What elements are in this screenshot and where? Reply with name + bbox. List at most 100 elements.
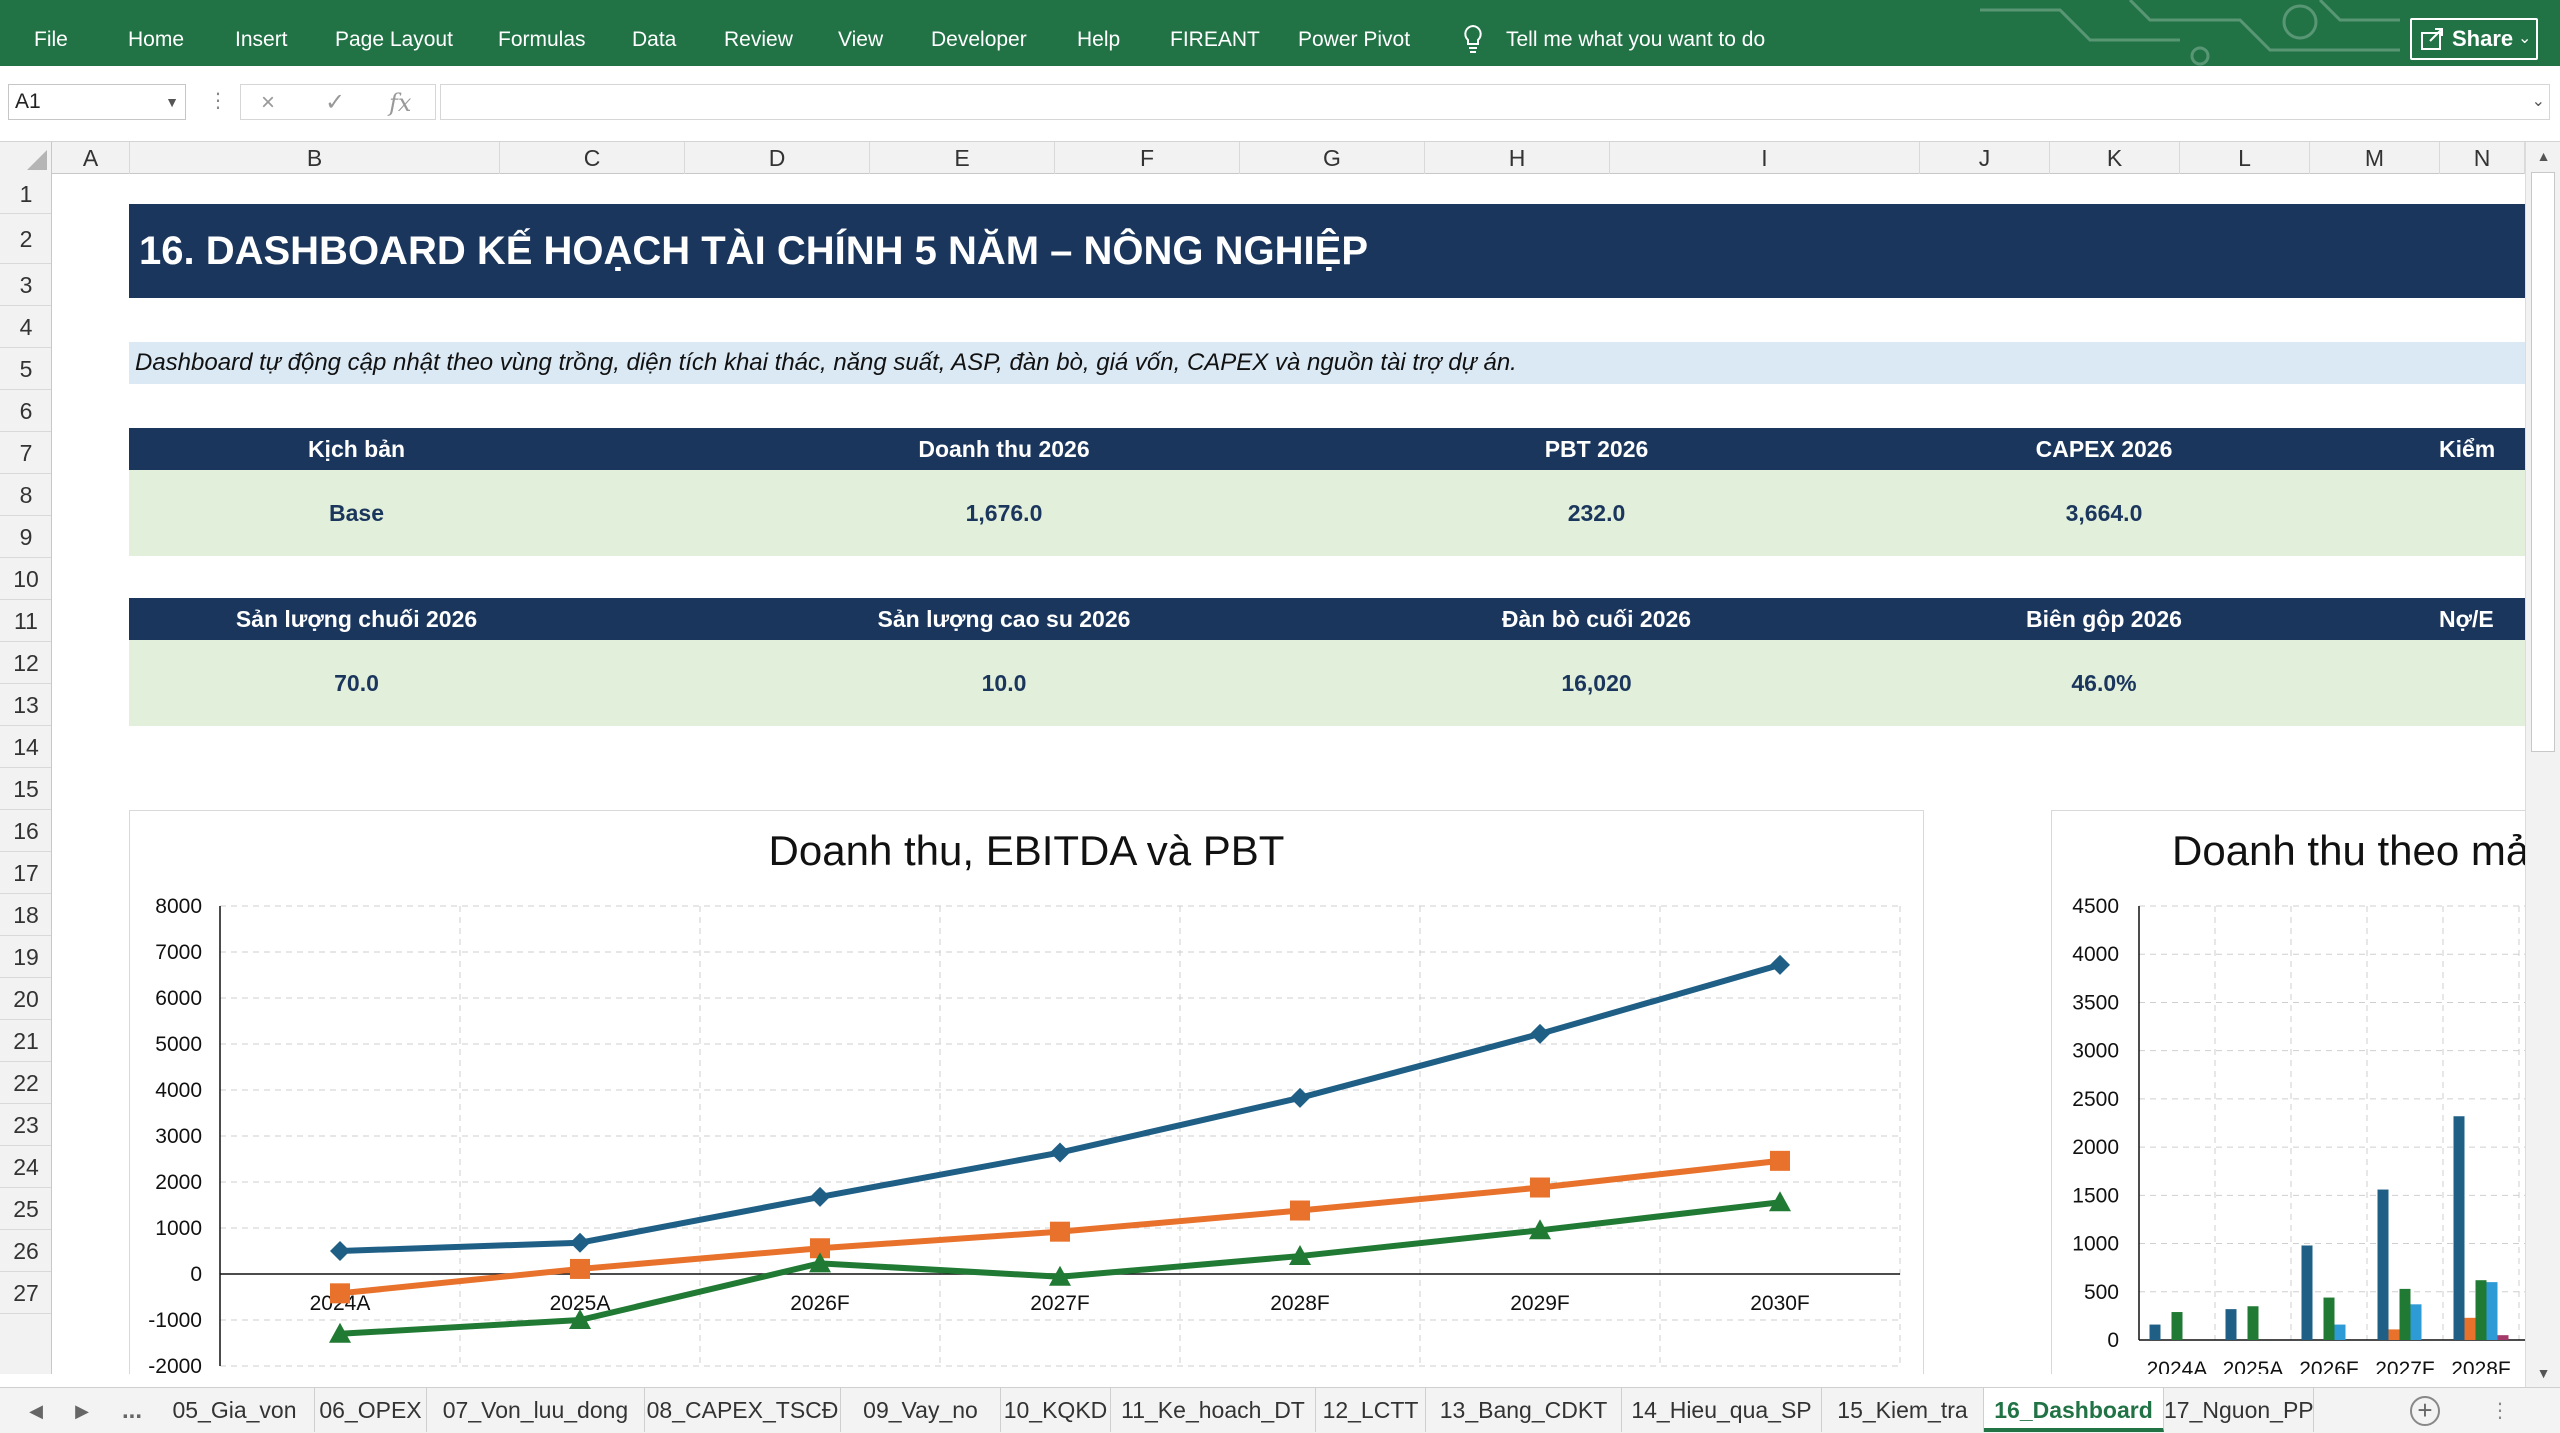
cancel-icon[interactable]: × xyxy=(261,85,275,121)
sheet-tab[interactable]: 13_Bang_CDKT xyxy=(1426,1388,1622,1432)
row-header-11[interactable]: 11 xyxy=(0,600,51,642)
kpi-value-cell[interactable]: Base xyxy=(129,470,584,556)
select-all-corner[interactable] xyxy=(0,142,52,174)
row-header-14[interactable]: 14 xyxy=(0,726,51,768)
column-header-i[interactable]: I xyxy=(1610,142,1920,174)
sheet-tab[interactable]: 15_Kiem_tra xyxy=(1822,1388,1984,1432)
enter-icon[interactable]: ✓ xyxy=(325,85,345,121)
row-header-20[interactable]: 20 xyxy=(0,978,51,1020)
ribbon-tab-fireant[interactable]: FIREANT xyxy=(1170,0,1260,66)
column-header-k[interactable]: K xyxy=(2050,142,2180,174)
row-header-4[interactable]: 4 xyxy=(0,306,51,348)
row-header-23[interactable]: 23 xyxy=(0,1104,51,1146)
tab-scroll-right-icon[interactable]: ▶ xyxy=(70,1388,94,1433)
kpi-value-cell[interactable]: 3,664.0 xyxy=(1769,470,2439,556)
kpi-value-cell[interactable] xyxy=(2439,640,2525,726)
tell-me-search[interactable]: Tell me what you want to do xyxy=(1506,0,1765,66)
row-header-13[interactable]: 13 xyxy=(0,684,51,726)
ribbon-tab-home[interactable]: Home xyxy=(128,0,184,66)
row-header-3[interactable]: 3 xyxy=(0,264,51,306)
sheet-tab[interactable]: 14_Hieu_qua_SP xyxy=(1622,1388,1822,1432)
column-header-a[interactable]: A xyxy=(52,142,130,174)
column-header-e[interactable]: E xyxy=(870,142,1055,174)
ribbon-tab-data[interactable]: Data xyxy=(632,0,676,66)
formula-bar-grip-icon[interactable]: ⋮ xyxy=(208,88,228,113)
row-header-8[interactable]: 8 xyxy=(0,474,51,516)
row-header-19[interactable]: 19 xyxy=(0,936,51,978)
line-chart-revenue-ebitda-pbt[interactable]: Doanh thu, EBITDA và PBT 8000 7000 6000 500… xyxy=(129,810,1924,1374)
row-header-15[interactable]: 15 xyxy=(0,768,51,810)
ribbon-tab-view[interactable]: View xyxy=(838,0,883,66)
row-header-6[interactable]: 6 xyxy=(0,390,51,432)
column-header-d[interactable]: D xyxy=(685,142,870,174)
more-options-icon[interactable]: ⋮ xyxy=(2490,1388,2510,1433)
worksheet[interactable]: 16. DASHBOARD KẾ HOẠCH TÀI CHÍNH 5 NĂM –… xyxy=(52,174,2525,1374)
name-box[interactable]: A1 ▼ xyxy=(8,84,186,120)
insert-function-icon[interactable]: fx xyxy=(389,85,411,121)
column-header-j[interactable]: J xyxy=(1920,142,2050,174)
column-header-c[interactable]: C xyxy=(500,142,685,174)
row-header-26[interactable]: 26 xyxy=(0,1230,51,1272)
kpi-value-cell[interactable] xyxy=(2439,470,2525,556)
sheet-tab[interactable]: 16_Dashboard xyxy=(1984,1388,2164,1432)
kpi-value-cell[interactable]: 16,020 xyxy=(1424,640,1769,726)
row-header-17[interactable]: 17 xyxy=(0,852,51,894)
bar-chart-revenue-by-segment[interactable]: Doanh thu theo mả 4500 4000 3500 3000 2500 20… xyxy=(2051,810,2525,1374)
column-header-m[interactable]: M xyxy=(2310,142,2440,174)
formula-input[interactable]: ⌄ xyxy=(440,84,2550,120)
expand-formula-icon[interactable]: ⌄ xyxy=(2532,91,2545,111)
share-button[interactable]: Share ⌄ xyxy=(2410,18,2538,60)
ribbon-tab-insert[interactable]: Insert xyxy=(235,0,288,66)
row-header-22[interactable]: 22 xyxy=(0,1062,51,1104)
row-header-18[interactable]: 18 xyxy=(0,894,51,936)
kpi-value-cell[interactable]: 70.0 xyxy=(129,640,584,726)
row-header-12[interactable]: 12 xyxy=(0,642,51,684)
vertical-scrollbar[interactable]: ▲ ▼ xyxy=(2525,142,2560,1387)
row-header-27[interactable]: 27 xyxy=(0,1272,51,1314)
sheet-tab[interactable]: 07_Von_luu_dong xyxy=(427,1388,645,1432)
column-header-b[interactable]: B xyxy=(130,142,500,174)
row-header-2[interactable]: 2 xyxy=(0,214,51,264)
row-header-10[interactable]: 10 xyxy=(0,558,51,600)
tab-overflow-button[interactable]: ... xyxy=(112,1388,152,1433)
ribbon-tab-help[interactable]: Help xyxy=(1077,0,1120,66)
column-header-g[interactable]: G xyxy=(1240,142,1425,174)
ribbon-tab-file[interactable]: File xyxy=(34,0,68,66)
sheet-tab[interactable]: 10_KQKD xyxy=(1001,1388,1111,1432)
column-header-h[interactable]: H xyxy=(1425,142,1610,174)
chevron-down-icon[interactable]: ⌄ xyxy=(2518,20,2531,58)
column-header-l[interactable]: L xyxy=(2180,142,2310,174)
sheet-tab[interactable]: 11_Ke_hoach_DT xyxy=(1111,1388,1316,1432)
sheet-tab[interactable]: 09_Vay_no xyxy=(841,1388,1001,1432)
sheet-tab[interactable]: 12_LCTT xyxy=(1316,1388,1426,1432)
row-header-16[interactable]: 16 xyxy=(0,810,51,852)
sheet-tab[interactable]: 17_Nguon_PP xyxy=(2164,1388,2314,1432)
tab-scroll-left-icon[interactable]: ◀ xyxy=(24,1388,48,1433)
sheet-tab[interactable]: 06_OPEX xyxy=(315,1388,427,1432)
ribbon-tab-formulas[interactable]: Formulas xyxy=(498,0,586,66)
scroll-up-icon[interactable]: ▲ xyxy=(2526,142,2560,170)
sheet-tab[interactable]: 08_CAPEX_TSCĐ xyxy=(645,1388,841,1432)
column-header-f[interactable]: F xyxy=(1055,142,1240,174)
scrollbar-thumb[interactable] xyxy=(2531,172,2555,752)
row-header-25[interactable]: 25 xyxy=(0,1188,51,1230)
row-header-24[interactable]: 24 xyxy=(0,1146,51,1188)
sheet-tab[interactable]: 05_Gia_von xyxy=(155,1388,315,1432)
row-header-1[interactable]: 1 xyxy=(0,174,51,214)
ribbon-tab-developer[interactable]: Developer xyxy=(931,0,1027,66)
ribbon-tab-power-pivot[interactable]: Power Pivot xyxy=(1298,0,1410,66)
ribbon-tab-page-layout[interactable]: Page Layout xyxy=(335,0,453,66)
row-header-5[interactable]: 5 xyxy=(0,348,51,390)
add-sheet-icon[interactable]: + xyxy=(2410,1396,2440,1426)
row-header-9[interactable]: 9 xyxy=(0,516,51,558)
ribbon-tab-review[interactable]: Review xyxy=(724,0,793,66)
column-header-n[interactable]: N xyxy=(2440,142,2525,174)
kpi-value-cell[interactable]: 10.0 xyxy=(584,640,1424,726)
name-box-dropdown-icon[interactable]: ▼ xyxy=(165,85,179,119)
kpi-value-cell[interactable]: 232.0 xyxy=(1424,470,1769,556)
row-header-7[interactable]: 7 xyxy=(0,432,51,474)
row-header-21[interactable]: 21 xyxy=(0,1020,51,1062)
scroll-down-icon[interactable]: ▼ xyxy=(2526,1359,2560,1387)
kpi-value-cell[interactable]: 1,676.0 xyxy=(584,470,1424,556)
kpi-value-cell[interactable]: 46.0% xyxy=(1769,640,2439,726)
